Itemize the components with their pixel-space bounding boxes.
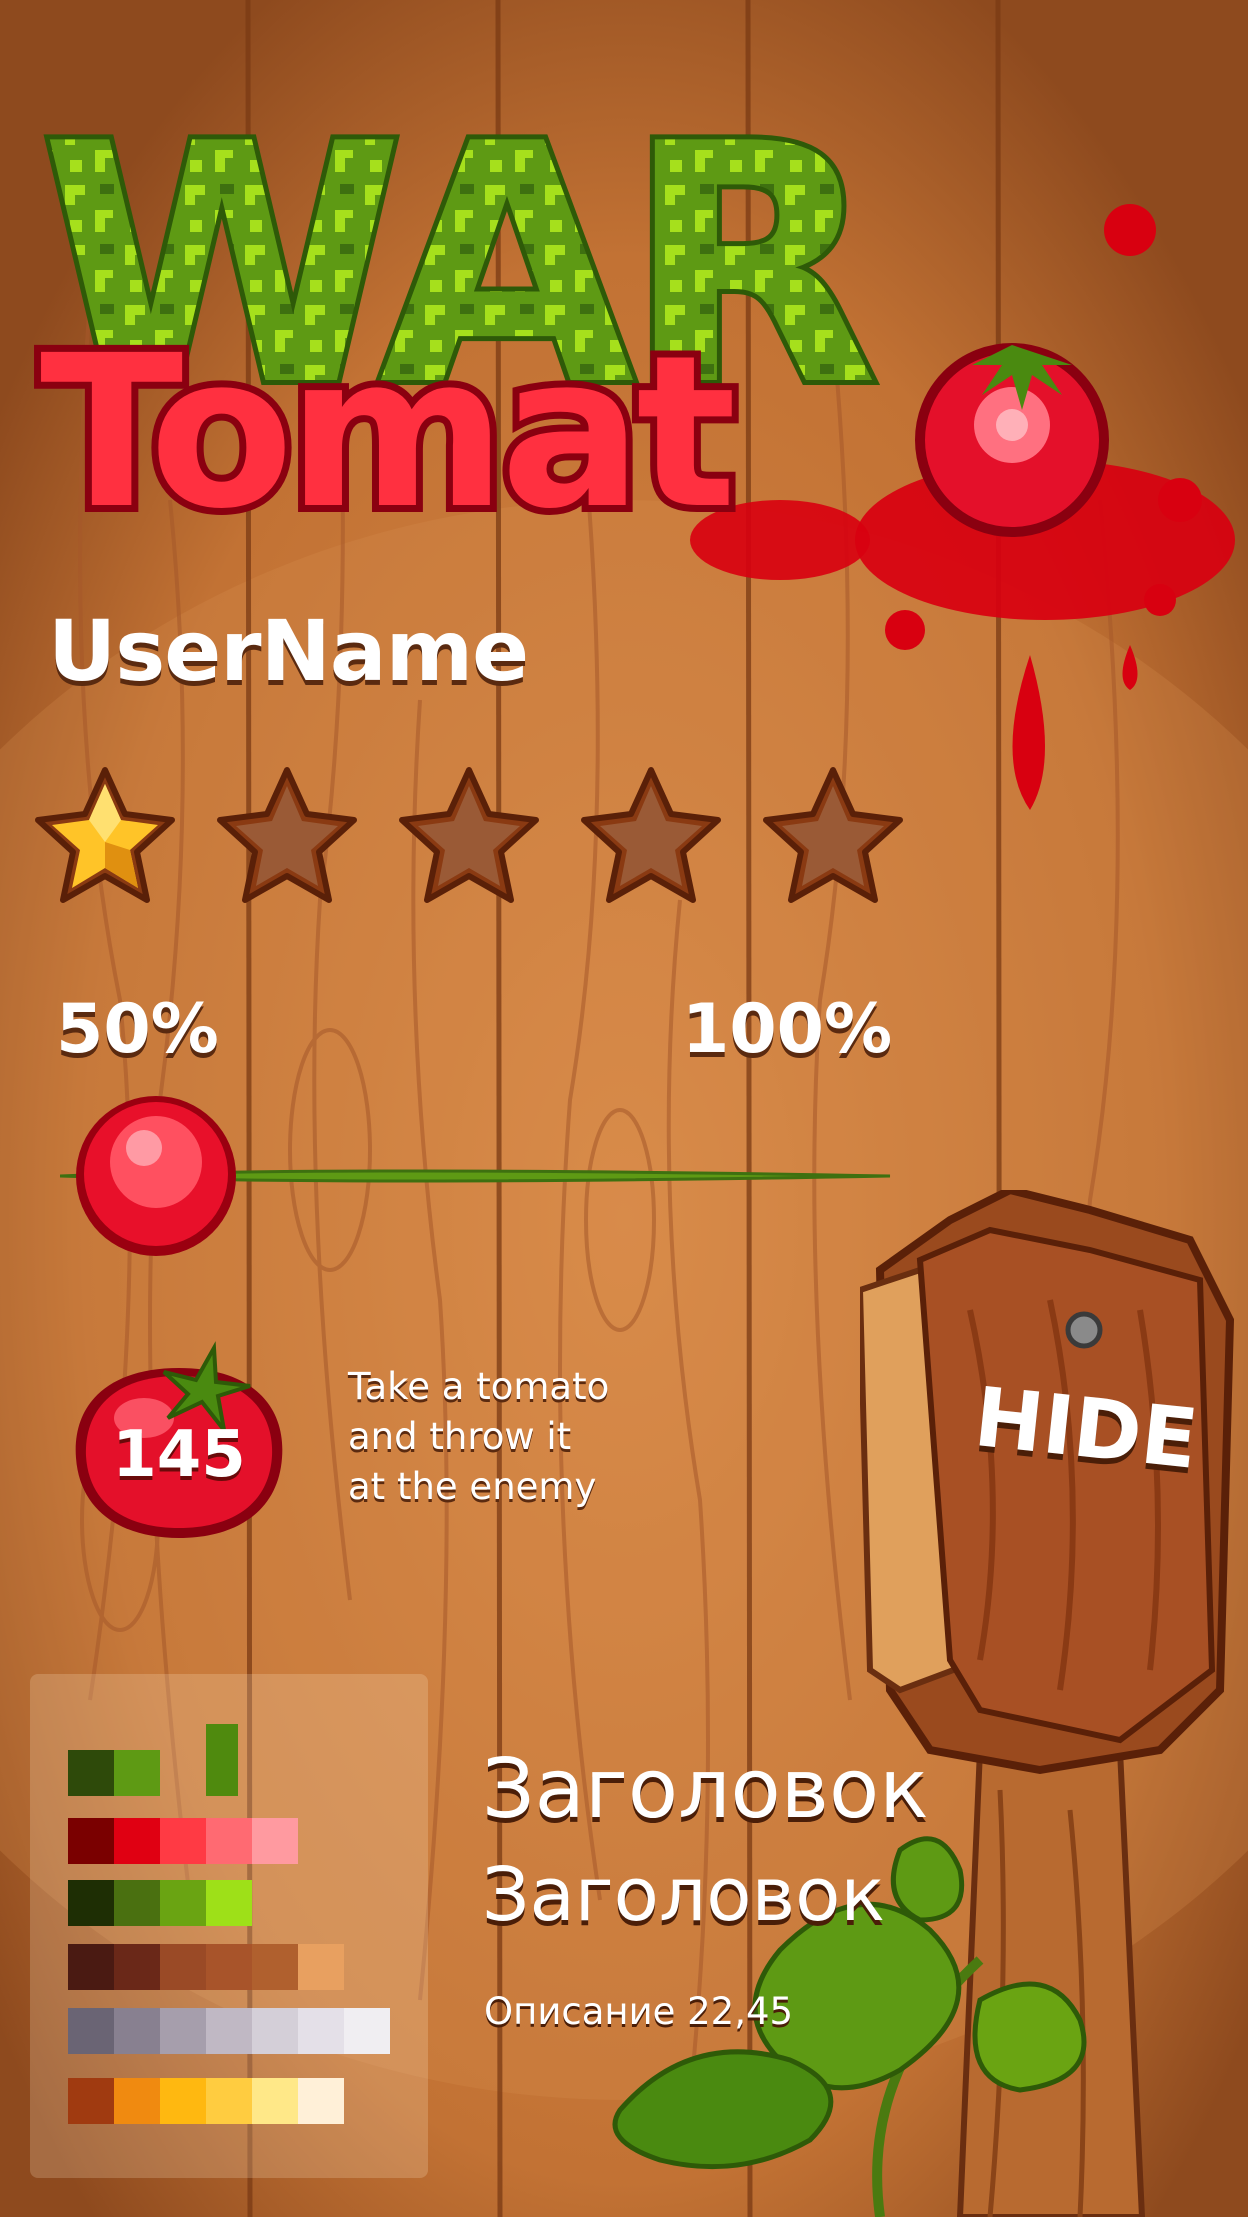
swatch	[68, 1750, 114, 1796]
star-empty-icon	[763, 767, 903, 903]
tomato-title-text: Tomat	[40, 310, 732, 555]
swatch	[68, 1880, 114, 1926]
description: Описание 22,45	[484, 1990, 794, 2033]
star-empty-icon	[581, 767, 721, 903]
swatch	[114, 1818, 160, 1864]
swatch	[114, 1880, 160, 1926]
star-empty-icon	[217, 767, 357, 903]
swatch	[206, 1818, 252, 1864]
swatch	[68, 1944, 114, 1990]
tomato-ammo[interactable]: 145	[64, 1338, 294, 1558]
swatch-gap	[160, 1750, 206, 1796]
swatch	[298, 2008, 344, 2054]
color-palette	[30, 1674, 428, 2178]
swatch	[206, 2078, 252, 2124]
swatch	[298, 2078, 344, 2124]
progress-left-label: 50%	[56, 990, 219, 1069]
palette-row	[68, 2008, 390, 2054]
heading-medium: Заголовок	[482, 1852, 886, 1938]
swatch	[344, 2008, 390, 2054]
palette-row	[68, 1724, 238, 1796]
slider-knob[interactable]	[76, 1096, 236, 1256]
progress-right-label: 100%	[682, 990, 893, 1069]
hint-line: and throw it	[348, 1415, 572, 1458]
swatch	[160, 1880, 206, 1926]
swatch	[114, 1944, 160, 1990]
ammo-count: 145	[112, 1418, 246, 1492]
palette-row	[68, 1818, 298, 1864]
ammo-hint: Take a tomato and throw it at the enemy	[348, 1362, 678, 1512]
tomato-o-icon	[915, 343, 1109, 537]
swatch	[68, 1818, 114, 1864]
swatch	[252, 2008, 298, 2054]
heading-large: Заголовок	[482, 1742, 929, 1837]
palette-row	[68, 1944, 344, 1990]
swatch	[206, 1880, 252, 1926]
swatch	[206, 2008, 252, 2054]
swatch	[160, 2078, 206, 2124]
swatch	[160, 2008, 206, 2054]
swatch	[252, 1818, 298, 1864]
swatch	[252, 2078, 298, 2124]
swatch	[160, 1818, 206, 1864]
hint-line: at the enemy	[348, 1465, 597, 1508]
swatch	[114, 2008, 160, 2054]
swatch	[298, 1944, 344, 1990]
swatch	[114, 2078, 160, 2124]
swatch	[160, 1944, 206, 1990]
palette-row	[68, 2078, 344, 2124]
progress-slider[interactable]	[60, 1090, 900, 1270]
tomato-letters: Tomat	[33, 303, 745, 562]
swatch	[206, 1724, 238, 1796]
swatch	[68, 2078, 114, 2124]
swatch	[206, 1944, 252, 1990]
username: UserName	[48, 602, 529, 700]
star-filled-icon	[35, 767, 175, 903]
swatch	[68, 2008, 114, 2054]
star-rating	[30, 762, 910, 912]
star-empty-icon	[399, 767, 539, 903]
swatch	[114, 1750, 160, 1796]
hint-line: Take a tomato	[348, 1365, 610, 1408]
swatch	[252, 1944, 298, 1990]
palette-row	[68, 1880, 252, 1926]
